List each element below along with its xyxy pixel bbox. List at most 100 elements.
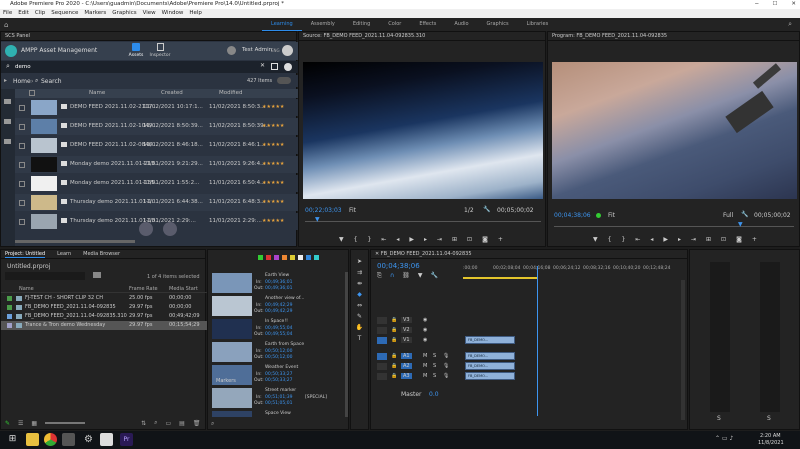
solo-icon[interactable]: S [433,373,436,379]
master-value[interactable]: 0.0 [429,391,439,398]
orange-marker-filter[interactable] [282,254,287,260]
timeline-track[interactable]: 🔒 V2 ◉ [371,326,681,335]
app-icon[interactable] [62,433,75,446]
selection-tool-icon[interactable]: ➤ [357,258,362,265]
go-to-in-icon[interactable]: ⇤ [381,236,386,245]
audio-clip[interactable]: FB_DEMO... [465,352,515,360]
rating-stars-icon[interactable]: ★★★★★ [262,218,284,224]
asset-row[interactable]: Monday demo 2021.11.01-213... 11/01/2021 … [15,156,298,173]
marker-item[interactable]: Earth View In: 00;49;36;01 Out: 00;49;36;01 [208,272,345,294]
eye-icon[interactable]: ◉ [423,327,427,333]
workspace-tab[interactable]: Audio [445,18,477,31]
add-button-icon[interactable]: + [752,236,757,245]
breadcrumb-home[interactable]: Home [13,78,31,85]
menu-item[interactable]: Edit [18,9,29,18]
lock-icon[interactable]: 🔒 [391,363,397,369]
column-created[interactable]: Created [161,90,183,96]
list-view-icon[interactable]: ☰ [18,420,23,427]
white-marker-filter[interactable] [298,254,303,260]
workspace-tab[interactable]: Effects [410,18,445,31]
asset-row[interactable]: DEMO FEED 2021.11.02-1049... 11/02/2021 8… [15,118,298,135]
marker-item[interactable]: Earth from Space In: 00;50;12;00 Out: 00;50;… [208,341,345,363]
delete-icon[interactable]: 🗑 [193,420,201,427]
wrench-icon[interactable]: 🔧 [483,206,490,213]
overwrite-icon[interactable]: ⊡ [467,236,472,245]
track-target[interactable] [377,327,387,334]
column-modified[interactable]: Modified [219,90,242,96]
solo-icon[interactable]: S [433,353,436,359]
marker-icon[interactable]: ▼ [418,272,423,280]
lock-icon[interactable]: 🔒 [391,337,397,343]
add-marker-icon[interactable]: ▼ [339,236,344,245]
select-all-checkbox[interactable] [29,90,35,96]
windows-start-icon[interactable]: ⊞ [6,433,19,446]
mark-out-icon[interactable]: } [367,236,371,245]
new-item-icon[interactable]: ▤ [179,420,185,427]
workspace-tab[interactable]: Editing [344,18,379,31]
rating-stars-icon[interactable]: ★★★★★ [262,161,284,167]
project-item[interactable]: FB_DEMO FEED_2021.11.04-092835 29.97 fps 0… [1,303,207,312]
icon-view-icon[interactable]: ▦ [31,420,37,427]
type-tool-icon[interactable]: T [358,335,362,342]
inspector-tab[interactable]: Inspector [149,43,171,58]
step-back-icon[interactable]: ◂ [650,236,653,245]
project-tab[interactable]: Learn [57,250,71,258]
file-explorer-icon[interactable] [26,433,39,446]
program-fit-select[interactable]: Fit [608,212,615,219]
workspace-tab[interactable]: Learning [262,18,302,31]
mic-icon[interactable]: 🎙 [443,353,449,359]
rating-stars-icon[interactable]: ★★★★★ [262,199,284,205]
solo-icon[interactable]: S [433,363,436,369]
menu-item[interactable]: Sequence [51,9,78,18]
settings-icon[interactable] [227,46,236,55]
menu-item[interactable]: View [143,9,156,18]
lock-icon[interactable]: 🔒 [391,317,397,323]
play-icon[interactable]: ▶ [663,236,668,245]
mic-icon[interactable]: 🎙 [443,363,449,369]
marker-item[interactable]: Another view of... In: 00;49;42;29 Out: 00;4… [208,295,345,317]
ripple-edit-tool-icon[interactable]: ⇹ [357,280,362,287]
markers-tab[interactable]: Markers [216,378,236,384]
project-item[interactable]: FJ-TEST CH - SHORT CLIP 32 CH 25.00 fps 00… [1,294,207,303]
timeline-track[interactable]: 🔒 A3 M S 🎙 FB_DEMO... [371,372,681,381]
row-checkbox[interactable] [19,181,25,187]
row-checkbox[interactable] [19,219,25,225]
folder-icon[interactable] [4,99,11,104]
go-to-in-icon[interactable]: ⇤ [635,236,640,245]
program-scrubber[interactable] [554,223,794,227]
workspace-tab[interactable]: Graphics [478,18,518,31]
mark-out-icon[interactable]: } [621,236,625,245]
new-bin-icon[interactable]: ▭ [166,420,172,427]
asset-row[interactable]: Thursday demo 2021.11.01-1... 11/01/2021 … [15,194,298,211]
work-area-bar[interactable] [463,277,538,279]
camera-icon[interactable]: ◙ [482,236,488,245]
column-media-start[interactable]: Media Start [169,286,198,292]
source-fit-select[interactable]: Fit [349,207,356,214]
step-back-icon[interactable]: ◂ [396,236,399,245]
track-target[interactable] [377,363,387,370]
cyan-marker-filter[interactable] [314,254,319,260]
row-checkbox[interactable] [19,162,25,168]
home-icon[interactable]: ⌂ [4,21,8,29]
project-item[interactable]: Trance & Tron demo Wednesday 29.97 fps 00;… [1,321,207,330]
nest-icon[interactable]: ⎘ [377,272,382,280]
asset-row[interactable]: DEMO FEED 2021.11.02-2117... 11/02/2021 1… [15,99,298,116]
project-tab[interactable]: Project: Untitled [5,250,46,258]
video-clip[interactable]: FB_DEMO... [465,336,515,344]
pencil-icon[interactable]: ✎ [5,420,10,427]
timeline-timecode[interactable]: 00;04;38;06 [377,262,420,270]
step-forward-icon[interactable]: ▸ [424,236,427,245]
wrench-icon[interactable]: 🔧 [430,272,437,280]
source-fraction-select[interactable]: 1/2 [464,207,474,214]
row-checkbox[interactable] [19,105,25,111]
rating-stars-icon[interactable]: ★★★★★ [262,123,284,129]
asset-row[interactable]: Monday demo 2021.11.01-135... 11/01/2021 … [15,175,298,192]
track-target[interactable] [377,317,387,324]
linked-icon[interactable]: ⛓ [402,272,410,280]
slip-tool-icon[interactable]: ⇔ [357,302,362,309]
workspace-tab[interactable]: Color [379,18,410,31]
maximize-icon[interactable]: ☐ [772,0,777,9]
eye-icon[interactable]: ◉ [423,337,427,343]
program-quality-select[interactable]: Full [723,212,733,219]
solo-right-button[interactable]: S [767,415,771,422]
